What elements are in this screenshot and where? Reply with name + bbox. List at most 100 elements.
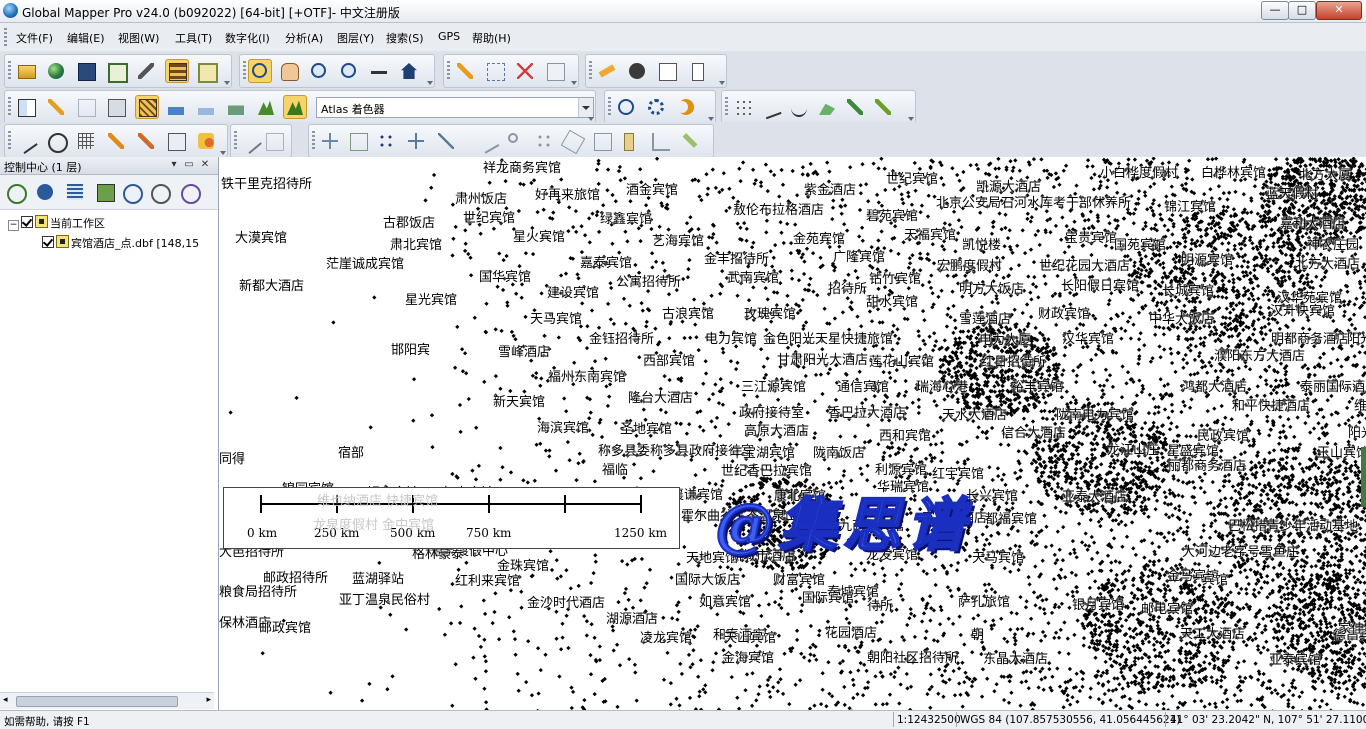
scroll-thumb[interactable] bbox=[16, 696, 178, 707]
measure-area-icon[interactable] bbox=[165, 130, 187, 152]
pan-arrows-icon[interactable] bbox=[405, 130, 427, 152]
info-icon[interactable] bbox=[626, 60, 648, 82]
overlay-control-icon[interactable] bbox=[165, 59, 189, 83]
toolbar-grip[interactable] bbox=[8, 131, 11, 151]
horizontal-scrollbar[interactable]: ◂ ▸ bbox=[0, 692, 214, 709]
transform-icon[interactable] bbox=[591, 130, 613, 152]
water-level-icon[interactable] bbox=[165, 96, 187, 118]
back-arrow-icon[interactable] bbox=[368, 60, 390, 82]
layer-node[interactable]: 宾馆酒店_点.dbf [148,15 bbox=[42, 235, 199, 251]
feature-info-icon[interactable] bbox=[544, 60, 566, 82]
checkmark-icon[interactable] bbox=[239, 130, 261, 152]
panel-close-icon[interactable]: ✕ bbox=[199, 159, 211, 171]
config-wrench-icon[interactable] bbox=[135, 60, 157, 82]
menu-edit[interactable]: 编辑(E) bbox=[67, 30, 105, 46]
grid-icon[interactable] bbox=[75, 130, 97, 152]
layer-remove-icon[interactable] bbox=[178, 181, 200, 203]
chevron-down-icon[interactable] bbox=[578, 98, 593, 117]
edit-vertex-icon[interactable] bbox=[105, 130, 127, 152]
ruler-diag-icon[interactable] bbox=[679, 130, 701, 152]
terrain-shader-icon[interactable] bbox=[283, 95, 307, 119]
delete-x-icon[interactable] bbox=[514, 60, 536, 82]
layer-checkbox[interactable] bbox=[42, 236, 54, 248]
hillshade-toggle-icon[interactable] bbox=[135, 95, 159, 119]
minimize-button[interactable]: — bbox=[1261, 1, 1289, 20]
pan-hand-icon[interactable] bbox=[278, 60, 300, 82]
globe-data-icon[interactable] bbox=[45, 60, 67, 82]
select-area-icon[interactable] bbox=[484, 60, 506, 82]
move-vertex-icon[interactable] bbox=[319, 130, 341, 152]
open-folder-icon[interactable] bbox=[15, 60, 37, 82]
measure-ruler-icon[interactable] bbox=[596, 60, 618, 82]
workspace-node[interactable]: −当前工作区 bbox=[8, 215, 105, 231]
close-button[interactable]: ✕ bbox=[1316, 1, 1362, 20]
maximize-button[interactable]: □ bbox=[1288, 1, 1316, 20]
menu-layer[interactable]: 图层(Y) bbox=[337, 30, 374, 46]
collapse-minus-icon[interactable]: − bbox=[8, 220, 19, 231]
cut-scissors-icon[interactable] bbox=[505, 130, 527, 152]
crop-icon[interactable] bbox=[649, 130, 671, 152]
layer-zoom-icon[interactable] bbox=[4, 181, 26, 203]
target-icon[interactable] bbox=[45, 130, 67, 152]
layer-options-icon[interactable] bbox=[34, 181, 56, 203]
menu-tools[interactable]: 工具(T) bbox=[175, 30, 212, 46]
3d-view-icon[interactable] bbox=[105, 96, 127, 118]
snap-cross-icon[interactable] bbox=[435, 130, 457, 152]
draw-curve-icon[interactable] bbox=[788, 96, 810, 118]
shader-dropdown[interactable]: Atlas 着色器 bbox=[316, 97, 594, 118]
gps-device-icon[interactable] bbox=[686, 60, 708, 82]
join-nodes-icon[interactable] bbox=[533, 130, 555, 152]
draw-brush-icon[interactable] bbox=[872, 96, 894, 118]
rotate-feature-icon[interactable] bbox=[561, 130, 583, 152]
draw-area-icon[interactable] bbox=[816, 96, 838, 118]
toolbar-grip[interactable] bbox=[589, 61, 592, 81]
draw-line-icon[interactable] bbox=[760, 96, 782, 118]
toolbar-grip[interactable] bbox=[8, 61, 11, 81]
split-view-icon[interactable] bbox=[15, 96, 37, 118]
toolbar-grip[interactable] bbox=[447, 61, 450, 81]
workspace-icon[interactable] bbox=[105, 60, 127, 82]
settings-gear-icon[interactable] bbox=[645, 96, 667, 118]
layer-metadata-icon[interactable] bbox=[94, 181, 116, 203]
online-globe-icon[interactable] bbox=[615, 96, 637, 118]
add-vertex-icon[interactable] bbox=[135, 130, 157, 152]
panel-float-icon[interactable]: ▭ bbox=[183, 159, 195, 171]
split-line-icon[interactable] bbox=[477, 130, 499, 152]
menu-search[interactable]: 搜索(S) bbox=[386, 30, 424, 46]
link-icon[interactable] bbox=[621, 130, 643, 152]
toolbar-grip[interactable] bbox=[725, 97, 728, 117]
zoom-out-icon[interactable] bbox=[338, 60, 360, 82]
toolbar-grip[interactable] bbox=[608, 97, 611, 117]
toolbar-grip[interactable] bbox=[234, 131, 237, 151]
mountain-icon[interactable] bbox=[255, 96, 277, 118]
zoom-select-icon[interactable] bbox=[248, 59, 272, 83]
snap-nodes-icon[interactable] bbox=[375, 130, 397, 152]
workspace-checkbox[interactable] bbox=[21, 216, 33, 228]
home-icon[interactable] bbox=[398, 60, 420, 82]
draw-rect-icon[interactable] bbox=[844, 96, 866, 118]
zoom-in-icon[interactable] bbox=[308, 60, 330, 82]
forest-icon[interactable] bbox=[225, 96, 247, 118]
map-view[interactable]: 祥龙商务宾馆铁干里克招待所肃州饭店好再来旅馆酒金宾馆紫金酒店世纪宾馆凯源大酒店小… bbox=[219, 157, 1366, 710]
shapes-icon[interactable] bbox=[195, 130, 217, 152]
panel-dropdown-icon[interactable]: ▾ bbox=[168, 159, 180, 171]
menu-digitize[interactable]: 数字化(I) bbox=[225, 30, 270, 46]
menu-analysis[interactable]: 分析(A) bbox=[285, 30, 323, 46]
toolbar-grip[interactable] bbox=[243, 61, 246, 81]
layer-table-icon[interactable] bbox=[64, 181, 86, 203]
path-profile-icon[interactable] bbox=[75, 96, 97, 118]
layer-search-icon[interactable] bbox=[120, 181, 142, 203]
menu-grip[interactable] bbox=[4, 28, 7, 46]
menu-view[interactable]: 视图(W) bbox=[118, 30, 159, 46]
menu-file[interactable]: 文件(F) bbox=[16, 30, 53, 46]
menu-gps[interactable]: GPS bbox=[438, 30, 460, 43]
save-icon[interactable] bbox=[75, 60, 97, 82]
digitize-line-icon[interactable] bbox=[15, 130, 37, 152]
scroll-left-icon[interactable]: ◂ bbox=[3, 695, 8, 705]
search-doc-icon[interactable] bbox=[656, 60, 678, 82]
scroll-right-icon[interactable]: ▸ bbox=[206, 695, 211, 705]
menu-help[interactable]: 帮助(H) bbox=[472, 30, 511, 46]
scale-feature-icon[interactable] bbox=[347, 130, 369, 152]
moon-icon[interactable] bbox=[675, 96, 697, 118]
layer-visibility-icon[interactable] bbox=[148, 181, 170, 203]
